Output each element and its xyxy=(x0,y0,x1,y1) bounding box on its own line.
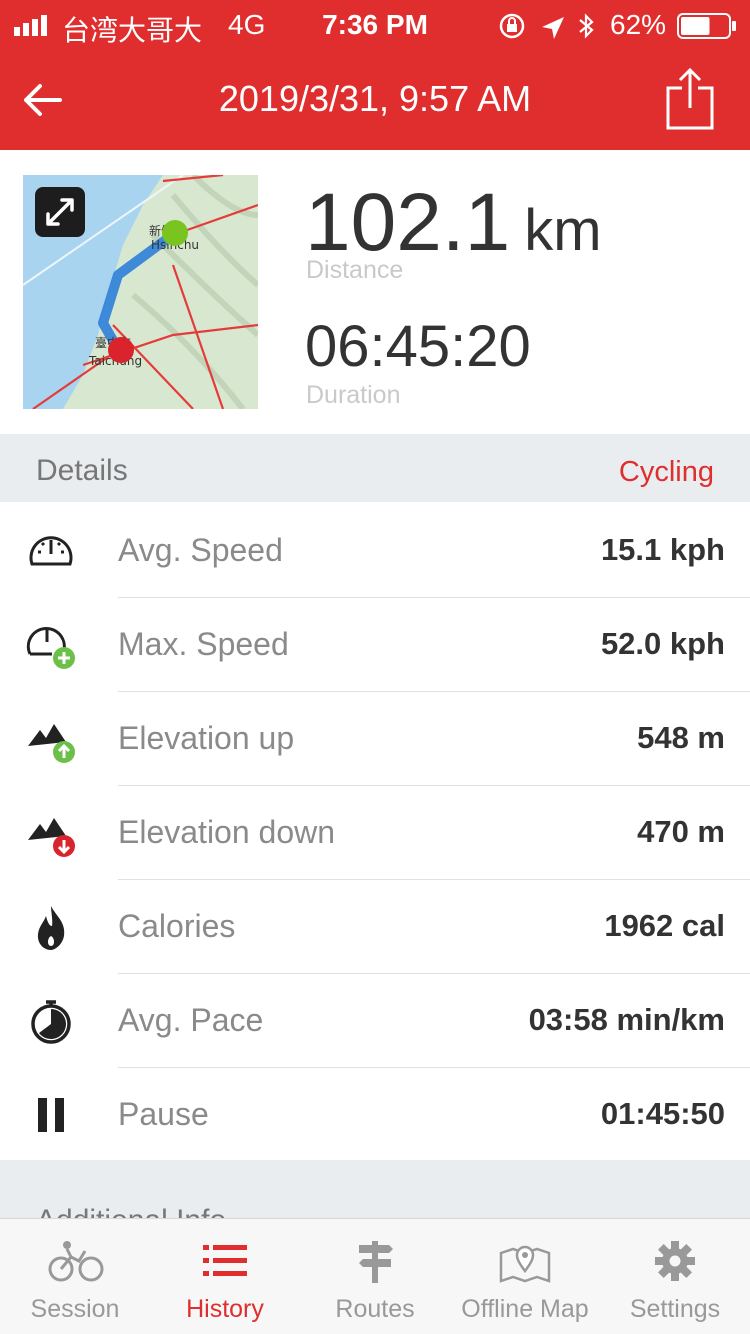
details-title: Details xyxy=(36,454,128,487)
detail-row-pause: Pause 01:45:50 xyxy=(0,1068,750,1162)
detail-label: Elevation down xyxy=(118,814,336,850)
distance-unit: km xyxy=(524,198,602,263)
additional-info-title: Additional Info xyxy=(36,1204,226,1218)
detail-label: Calories xyxy=(118,908,236,944)
mountain-down-icon xyxy=(28,818,75,857)
speedometer-icon xyxy=(29,536,73,566)
orientation-lock-icon xyxy=(499,13,525,39)
detail-value: 470 m xyxy=(637,814,725,849)
list-icon xyxy=(203,1245,247,1276)
status-icons xyxy=(499,13,594,39)
start-marker xyxy=(162,220,188,246)
location-arrow-icon xyxy=(542,17,564,39)
distance-label: Distance xyxy=(306,256,404,284)
duration-label: Duration xyxy=(306,381,401,409)
detail-value: 548 m xyxy=(637,720,725,755)
nav-bar: 2019/3/31, 9:57 AM xyxy=(0,50,750,150)
tab-offline-map[interactable]: Offline Map xyxy=(450,1219,600,1334)
stopwatch-icon xyxy=(31,1000,71,1044)
detail-label: Pause xyxy=(118,1096,209,1132)
cyclist-icon xyxy=(48,1241,104,1282)
pause-icon xyxy=(38,1098,64,1132)
additional-info-header: Additional Info xyxy=(0,1160,750,1218)
detail-row-avg-pace: Avg. Pace 03:58 min/km xyxy=(0,974,750,1068)
tab-settings[interactable]: Settings xyxy=(600,1219,750,1334)
detail-value: 1962 cal xyxy=(604,908,725,943)
detail-row-avg-speed: Avg. Speed 15.1 kph xyxy=(0,504,750,598)
activity-summary: 新竹市 Hsinchu 臺中市 Taichung 102.1km Distanc… xyxy=(0,150,750,434)
detail-value: 15.1 kph xyxy=(600,532,725,567)
detail-row-elevation-down: Elevation down 470 m xyxy=(0,786,750,880)
tab-bar: Session History Routes Offline Map Setti… xyxy=(0,1218,750,1334)
tab-label: Offline Map xyxy=(461,1295,589,1323)
detail-value: 52.0 kph xyxy=(600,626,725,661)
mountain-up-icon xyxy=(28,724,75,763)
bluetooth-icon xyxy=(579,13,594,39)
battery-percent: 62% xyxy=(610,9,667,40)
gear-icon xyxy=(655,1241,695,1281)
app-header: 台湾大哥大 4G 7:36 PM 62% 2019/3/31, 9:57 AM xyxy=(0,0,750,150)
share-icon[interactable] xyxy=(664,66,716,132)
tab-label: Routes xyxy=(335,1295,415,1323)
detail-label: Avg. Pace xyxy=(118,1002,264,1038)
signpost-icon xyxy=(359,1241,393,1283)
detail-row-max-speed: Max. Speed 52.0 kph xyxy=(0,598,750,692)
detail-row-elevation-up: Elevation up 548 m xyxy=(0,692,750,786)
flame-icon xyxy=(37,906,65,950)
battery-icon xyxy=(677,13,736,39)
route-map-thumbnail[interactable]: 新竹市 Hsinchu 臺中市 Taichung xyxy=(23,175,258,409)
detail-label: Max. Speed xyxy=(118,626,289,662)
distance-number: 102.1 xyxy=(305,177,511,268)
tab-label: Session xyxy=(30,1295,120,1323)
tab-history[interactable]: History xyxy=(150,1219,300,1334)
page-title: 2019/3/31, 9:57 AM xyxy=(218,78,532,119)
duration-value: 06:45:20 xyxy=(305,314,531,379)
detail-label: Avg. Speed xyxy=(118,532,283,568)
details-header: Details Cycling xyxy=(0,434,750,502)
tab-routes[interactable]: Routes xyxy=(300,1219,450,1334)
detail-label: Elevation up xyxy=(118,720,295,756)
detail-value: 01:45:50 xyxy=(600,1096,725,1131)
end-marker xyxy=(108,337,134,363)
tab-session[interactable]: Session xyxy=(0,1219,150,1334)
map-pin-icon xyxy=(499,1245,551,1283)
speedometer-plus-icon xyxy=(26,627,75,669)
activity-type[interactable]: Cycling xyxy=(619,456,714,489)
detail-value: 03:58 min/km xyxy=(528,1002,725,1037)
expand-icon xyxy=(46,198,74,226)
details-list: Avg. Speed 15.1 kph Max. Speed 52.0 kph … xyxy=(0,504,750,1162)
expand-map-button[interactable] xyxy=(35,187,85,237)
tab-label: History xyxy=(186,1295,264,1323)
status-bar: 台湾大哥大 4G 7:36 PM 62% xyxy=(0,0,750,50)
detail-row-calories: Calories 1962 cal xyxy=(0,880,750,974)
tab-label: Settings xyxy=(629,1295,721,1323)
